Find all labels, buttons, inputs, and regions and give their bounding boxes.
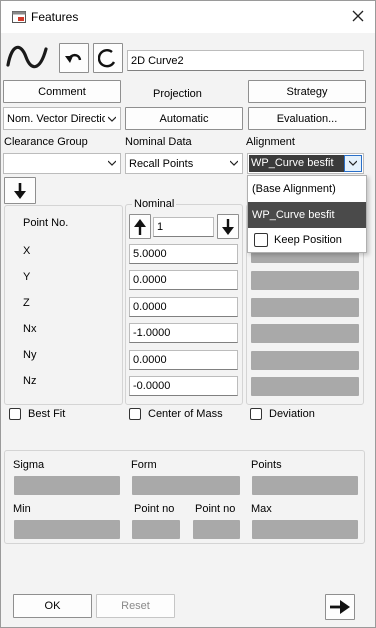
next-point-button[interactable] bbox=[217, 214, 239, 239]
max-field bbox=[252, 520, 358, 539]
max-point-no-field bbox=[193, 520, 240, 539]
reset-button[interactable]: Reset bbox=[96, 594, 175, 618]
nominal-data-combo[interactable]: Recall Points bbox=[125, 153, 243, 174]
sigma-field bbox=[14, 476, 120, 495]
chevron-down-icon bbox=[108, 116, 116, 122]
arrow-down-icon bbox=[222, 218, 234, 235]
clearance-group-label: Clearance Group bbox=[4, 136, 88, 148]
redo-button[interactable] bbox=[93, 43, 123, 73]
y-label: Y bbox=[23, 271, 31, 283]
max-label: Max bbox=[251, 503, 272, 515]
alignment-combo[interactable]: WP_Curve besfit bbox=[247, 153, 364, 174]
min-label: Min bbox=[13, 503, 31, 515]
curve-feature-icon bbox=[5, 39, 49, 75]
keep-position-row[interactable]: Keep Position bbox=[248, 228, 366, 252]
alignment-dropdown-list: (Base Alignment) WP_Curve besfit Keep Po… bbox=[247, 175, 367, 253]
center-of-mass-checkbox[interactable] bbox=[129, 408, 141, 420]
deviation-label: Deviation bbox=[269, 408, 315, 420]
z-label: Z bbox=[23, 297, 30, 309]
arrow-right-icon bbox=[330, 600, 350, 614]
title-bar: Features bbox=[1, 1, 375, 33]
deviation-field-3 bbox=[251, 298, 359, 317]
chevron-down-icon bbox=[108, 160, 116, 166]
close-icon[interactable] bbox=[351, 9, 365, 23]
nominal-y-input[interactable]: 0.0000 bbox=[129, 270, 238, 290]
projection-automatic-button[interactable]: Automatic bbox=[125, 107, 243, 130]
min-point-no-field bbox=[132, 520, 180, 539]
nominal-data-label: Nominal Data bbox=[125, 136, 192, 148]
nominal-vector-value: Nom. Vector Direction bbox=[7, 112, 105, 125]
form-field bbox=[132, 476, 240, 495]
max-point-no-label: Point no bbox=[195, 503, 236, 515]
strategy-button[interactable]: Strategy bbox=[248, 80, 366, 103]
nominal-nx-input[interactable]: -1.0000 bbox=[129, 323, 238, 343]
nominal-vector-combo[interactable]: Nom. Vector Direction bbox=[3, 107, 121, 130]
deviation-checkbox[interactable] bbox=[250, 408, 262, 420]
best-fit-label: Best Fit bbox=[28, 408, 66, 420]
evaluation-button[interactable]: Evaluation... bbox=[248, 107, 366, 130]
keep-position-label: Keep Position bbox=[274, 234, 342, 246]
chevron-down-icon bbox=[230, 160, 238, 166]
clearance-group-combo[interactable] bbox=[3, 153, 121, 174]
deviation-field-2 bbox=[251, 271, 359, 290]
min-field bbox=[14, 520, 120, 539]
alignment-option-wp-curve[interactable]: WP_Curve besfit bbox=[248, 202, 366, 228]
ok-button[interactable]: OK bbox=[13, 594, 92, 618]
points-field bbox=[252, 476, 358, 495]
alignment-label: Alignment bbox=[246, 136, 295, 148]
deviation-field-4 bbox=[251, 324, 359, 343]
alignment-option-base[interactable]: (Base Alignment) bbox=[248, 176, 366, 202]
arrow-up-icon bbox=[134, 218, 146, 235]
center-of-mass-label: Center of Mass bbox=[148, 408, 223, 420]
point-number-input[interactable]: 1 bbox=[153, 217, 214, 237]
keep-position-checkbox[interactable] bbox=[254, 233, 268, 247]
ny-label: Ny bbox=[23, 349, 37, 361]
next-button[interactable] bbox=[325, 594, 355, 620]
nominal-data-value: Recall Points bbox=[129, 157, 194, 170]
move-down-button[interactable] bbox=[4, 177, 36, 204]
deviation-field-6 bbox=[251, 377, 359, 396]
nominal-title: Nominal bbox=[132, 198, 177, 210]
previous-point-button[interactable] bbox=[129, 214, 151, 239]
arrow-down-icon bbox=[14, 182, 26, 199]
min-point-no-label: Point no bbox=[134, 503, 175, 515]
best-fit-checkbox[interactable] bbox=[9, 408, 21, 420]
point-no-label: Point No. bbox=[23, 217, 69, 229]
undo-button[interactable] bbox=[59, 43, 89, 73]
rotate-icon bbox=[98, 49, 116, 68]
nz-label: Nz bbox=[23, 375, 37, 387]
projection-label: Projection bbox=[153, 88, 202, 100]
nominal-nz-input[interactable]: -0.0000 bbox=[129, 376, 238, 396]
form-label: Form bbox=[131, 459, 157, 471]
features-window: Features 2D Curve2 Comment Projection St… bbox=[0, 0, 376, 628]
chevron-down-icon bbox=[349, 160, 357, 166]
points-label: Points bbox=[251, 459, 282, 471]
deviation-field-5 bbox=[251, 351, 359, 370]
nominal-ny-input[interactable]: 0.0000 bbox=[129, 350, 238, 370]
window-title: Features bbox=[31, 10, 79, 24]
x-label: X bbox=[23, 245, 31, 257]
nx-label: Nx bbox=[23, 323, 37, 335]
undo-icon bbox=[65, 53, 82, 63]
nominal-z-input[interactable]: 0.0000 bbox=[129, 297, 238, 317]
sigma-label: Sigma bbox=[13, 459, 45, 471]
app-icon bbox=[12, 11, 26, 23]
feature-name-input[interactable]: 2D Curve2 bbox=[127, 50, 364, 71]
nominal-x-input[interactable]: 5.0000 bbox=[129, 244, 238, 264]
alignment-value: WP_Curve besfit bbox=[249, 155, 345, 172]
comment-button[interactable]: Comment bbox=[3, 80, 121, 103]
point-labels-panel bbox=[4, 205, 123, 405]
